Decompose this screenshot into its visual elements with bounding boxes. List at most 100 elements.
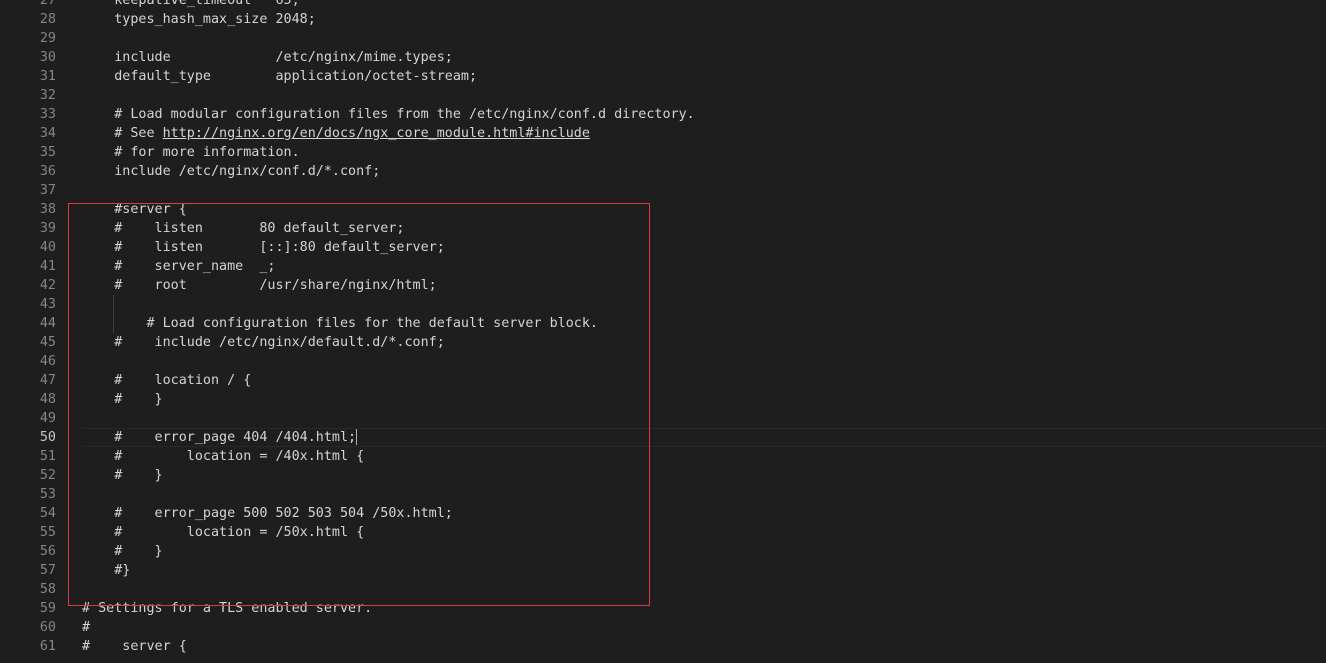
code-line[interactable]: 40 # listen [::]:80 default_server; xyxy=(0,238,1326,257)
line-number: 31 xyxy=(39,69,56,84)
code-line[interactable]: 38 #server { xyxy=(0,200,1326,219)
code-line[interactable]: 56 # } xyxy=(0,542,1326,561)
code-line[interactable]: 60 # xyxy=(0,618,1326,637)
line-number: 49 xyxy=(39,411,56,426)
line-text-content: # Load configuration files for the defau… xyxy=(82,316,598,331)
line-number: 48 xyxy=(39,392,56,407)
line-text-content: # Load modular configuration files from … xyxy=(82,107,695,122)
line-number: 59 xyxy=(39,601,56,616)
line-number: 28 xyxy=(39,12,56,27)
line-number: 39 xyxy=(39,221,56,236)
line-text[interactable]: # xyxy=(82,618,1326,637)
line-text[interactable]: # listen 80 default_server; xyxy=(82,219,1326,238)
line-number: 60 xyxy=(39,620,56,635)
line-number: 40 xyxy=(39,240,56,255)
line-text-content: include /etc/nginx/conf.d/*.conf; xyxy=(82,164,381,179)
line-text[interactable]: # listen [::]:80 default_server; xyxy=(82,238,1326,257)
line-number: 35 xyxy=(39,145,56,160)
line-number: 52 xyxy=(39,468,56,483)
line-text[interactable]: # include /etc/nginx/default.d/*.conf; xyxy=(82,333,1326,352)
code-editor[interactable]: 27 keepalive_timeout 65; 28 types_hash_ma… xyxy=(0,0,1326,663)
code-line[interactable]: 58 xyxy=(0,580,1326,599)
line-number: 58 xyxy=(39,582,56,597)
line-number: 37 xyxy=(39,183,56,198)
code-line[interactable]: 54 # error_page 500 502 503 504 /50x.htm… xyxy=(0,504,1326,523)
code-line[interactable]: 53 xyxy=(0,485,1326,504)
line-text-content: # for more information. xyxy=(82,145,300,160)
line-text-content: # error_page 404 /404.html; xyxy=(82,430,357,445)
line-text-content: # listen 80 default_server; xyxy=(82,221,405,236)
line-text[interactable]: # } xyxy=(82,542,1326,561)
code-line[interactable]: 59 # Settings for a TLS enabled server. xyxy=(0,599,1326,618)
line-text[interactable]: include /etc/nginx/mime.types; xyxy=(82,48,1326,67)
line-text[interactable]: keepalive_timeout 65; xyxy=(82,0,1326,10)
code-line[interactable]: 32 xyxy=(0,86,1326,105)
code-line[interactable]: 48 # } xyxy=(0,390,1326,409)
line-text[interactable]: # location = /50x.html { xyxy=(82,523,1326,542)
line-text[interactable]: # Load modular configuration files from … xyxy=(82,105,1326,124)
line-number: 46 xyxy=(39,354,56,369)
line-text[interactable]: #server { xyxy=(82,200,1326,219)
line-text[interactable]: include /etc/nginx/conf.d/*.conf; xyxy=(82,162,1326,181)
line-text[interactable]: # location / { xyxy=(82,371,1326,390)
code-line[interactable]: 34 # See http://nginx.org/en/docs/ngx_co… xyxy=(0,124,1326,143)
code-line[interactable]: 50 # error_page 404 /404.html; xyxy=(0,428,1326,447)
code-line[interactable]: 51 # location = /40x.html { xyxy=(0,447,1326,466)
line-text[interactable]: # location = /40x.html { xyxy=(82,447,1326,466)
docs-link[interactable]: http://nginx.org/en/docs/ngx_core_module… xyxy=(163,126,590,141)
line-text[interactable]: types_hash_max_size 2048; xyxy=(82,10,1326,29)
line-number: 56 xyxy=(39,544,56,559)
line-text[interactable]: # See http://nginx.org/en/docs/ngx_core_… xyxy=(82,124,1326,143)
line-text[interactable]: # Settings for a TLS enabled server. xyxy=(82,599,1326,618)
code-line[interactable]: 44 # Load configuration files for the de… xyxy=(0,314,1326,333)
line-text[interactable]: # root /usr/share/nginx/html; xyxy=(82,276,1326,295)
code-line[interactable]: 30 include /etc/nginx/mime.types; xyxy=(0,48,1326,67)
line-number: 53 xyxy=(39,487,56,502)
code-line[interactable]: 42 # root /usr/share/nginx/html; xyxy=(0,276,1326,295)
line-text-content: keepalive_timeout 65; xyxy=(82,0,300,8)
line-text-content: # include /etc/nginx/default.d/*.conf; xyxy=(82,335,445,350)
code-line[interactable]: 46 xyxy=(0,352,1326,371)
line-number: 44 xyxy=(39,316,56,331)
code-lines[interactable]: 27 keepalive_timeout 65; 28 types_hash_ma… xyxy=(0,0,1326,656)
code-line[interactable]: 39 # listen 80 default_server; xyxy=(0,219,1326,238)
code-line[interactable]: 35 # for more information. xyxy=(0,143,1326,162)
code-line[interactable]: 57 #} xyxy=(0,561,1326,580)
line-text-content: # } xyxy=(82,468,163,483)
line-number: 38 xyxy=(39,202,56,217)
line-text[interactable]: # Load configuration files for the defau… xyxy=(82,314,1326,333)
line-number: 30 xyxy=(39,50,56,65)
line-text-content: # location / { xyxy=(82,373,252,388)
code-line[interactable]: 55 # location = /50x.html { xyxy=(0,523,1326,542)
code-line[interactable]: 29 xyxy=(0,29,1326,48)
code-line[interactable]: 33 # Load modular configuration files fr… xyxy=(0,105,1326,124)
code-line[interactable]: 36 include /etc/nginx/conf.d/*.conf; xyxy=(0,162,1326,181)
code-line[interactable]: 27 keepalive_timeout 65; xyxy=(0,0,1326,10)
line-text[interactable]: #} xyxy=(82,561,1326,580)
line-text-content: include /etc/nginx/mime.types; xyxy=(82,50,453,65)
line-text[interactable]: default_type application/octet-stream; xyxy=(82,67,1326,86)
line-text[interactable]: # error_page 500 502 503 504 /50x.html; xyxy=(82,504,1326,523)
line-number: 57 xyxy=(39,563,56,578)
line-text[interactable]: # for more information. xyxy=(82,143,1326,162)
code-line[interactable]: 47 # location / { xyxy=(0,371,1326,390)
line-text[interactable]: # server { xyxy=(82,637,1326,656)
code-line[interactable]: 43 xyxy=(0,295,1326,314)
code-line[interactable]: 49 xyxy=(0,409,1326,428)
code-line[interactable]: 37 xyxy=(0,181,1326,200)
line-number: 34 xyxy=(39,126,56,141)
code-line[interactable]: 52 # } xyxy=(0,466,1326,485)
code-line[interactable]: 28 types_hash_max_size 2048; xyxy=(0,10,1326,29)
line-text[interactable]: # } xyxy=(82,466,1326,485)
line-text-content: # } xyxy=(82,544,163,559)
code-line[interactable]: 31 default_type application/octet-stream… xyxy=(0,67,1326,86)
line-number: 29 xyxy=(39,31,56,46)
line-text[interactable]: # server_name _; xyxy=(82,257,1326,276)
code-line[interactable]: 45 # include /etc/nginx/default.d/*.conf… xyxy=(0,333,1326,352)
code-line[interactable]: 41 # server_name _; xyxy=(0,257,1326,276)
line-text[interactable]: # } xyxy=(82,390,1326,409)
line-number: 42 xyxy=(39,278,56,293)
code-line[interactable]: 61 # server { xyxy=(0,637,1326,656)
line-text[interactable]: # error_page 404 /404.html; xyxy=(82,428,1326,447)
indent-guide xyxy=(113,314,114,333)
